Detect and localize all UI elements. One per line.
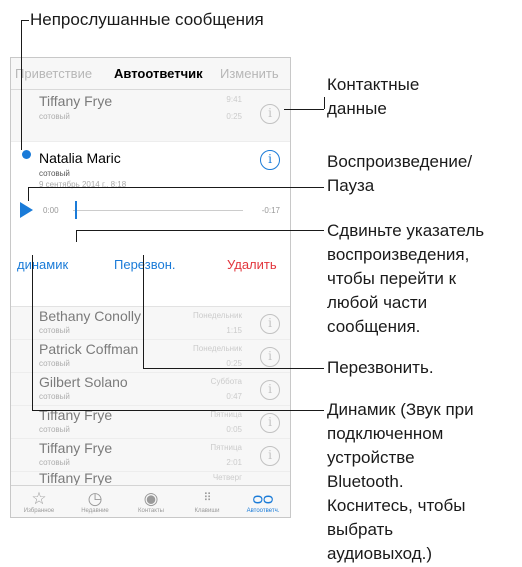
info-icon[interactable]: i xyxy=(260,446,280,466)
caller-name: Tiffany Frye xyxy=(39,472,113,485)
clock-icon: ◷ xyxy=(87,489,103,508)
tab-label: Контакты xyxy=(138,508,164,514)
callout-speaker: Динамик (Звук при подключенном устройств… xyxy=(327,400,474,563)
tab-label: Клавиши xyxy=(194,508,220,514)
message-duration: 0:25 xyxy=(226,359,242,368)
message-time: Суббота xyxy=(210,377,242,386)
caller-name: Tiffany Frye xyxy=(39,93,113,109)
callout-play: Воспроизведение/ Пауза xyxy=(327,152,473,195)
leader-scrub-h xyxy=(76,230,324,231)
info-icon[interactable]: i xyxy=(260,104,280,124)
leader-scrub-v xyxy=(76,230,77,242)
message-time: 9:41 xyxy=(226,95,242,104)
voicemail-icon: ᴑᴑ xyxy=(252,489,274,508)
caller-name: Bethany Conolly xyxy=(39,308,141,324)
caller-type: сотовый xyxy=(39,425,70,434)
top-bar: Приветствие Автоответчик Изменить xyxy=(11,58,290,90)
message-duration: 0:47 xyxy=(226,392,242,401)
tab-bar: ☆ Избранное ◷ Недавние ◉ Контакты ⠿ Клав… xyxy=(11,485,290,517)
voicemail-row[interactable]: Bethany Conolly сотовый Понедельник 1:15… xyxy=(11,307,290,340)
caller-name: Natalia Maric xyxy=(39,150,121,166)
caller-name: Gilbert Solano xyxy=(39,374,128,390)
caller-type: сотовый xyxy=(39,458,70,467)
leader-play-h xyxy=(28,187,324,188)
leader-contact-v xyxy=(324,97,325,109)
tab-label: Автоответч. xyxy=(246,508,280,514)
callout-callback: Перезвонить. xyxy=(327,358,434,377)
tab-voicemail[interactable]: ᴑᴑ Автоответч. xyxy=(235,486,290,517)
tab-keypad[interactable]: ⠿ Клавиши xyxy=(179,486,235,517)
leader-callback-v xyxy=(143,255,144,368)
delete-button[interactable]: Удалить xyxy=(227,257,277,272)
callout-contact: Контактные данные xyxy=(327,75,420,118)
voicemail-row[interactable]: Tiffany Frye Четверг xyxy=(11,472,290,485)
message-time: Понедельник xyxy=(193,311,242,320)
message-duration: 0:05 xyxy=(226,425,242,434)
leader-unheard-v xyxy=(21,20,22,150)
tab-contacts[interactable]: ◉ Контакты xyxy=(123,486,179,517)
greeting-button[interactable]: Приветствие xyxy=(15,66,92,81)
callout-scrub: Сдвиньте указатель воспроизведения, чтоб… xyxy=(327,221,485,336)
message-duration: 2:01 xyxy=(226,458,242,467)
caller-name: Patrick Coffman xyxy=(39,341,139,357)
info-icon[interactable]: i xyxy=(260,347,280,367)
leader-unheard-h xyxy=(21,20,29,21)
voicemail-row[interactable]: Tiffany Frye сотовый Пятница 2:01 i xyxy=(11,439,290,472)
star-icon: ☆ xyxy=(31,489,47,508)
tab-recents[interactable]: ◷ Недавние xyxy=(67,486,123,517)
leader-speaker-v xyxy=(32,255,33,410)
message-time: Пятница xyxy=(210,410,242,419)
selected-voicemail: Natalia Maric сотовый 9 сентябрь 2014 г.… xyxy=(11,142,290,307)
caller-type: сотовый xyxy=(39,326,70,335)
scrubber-track[interactable] xyxy=(73,210,243,211)
play-pause-button[interactable] xyxy=(20,202,33,218)
tab-label: Избранное xyxy=(23,508,55,514)
voicemail-row[interactable]: Gilbert Solano сотовый Суббота 0:47 i xyxy=(11,373,290,406)
caller-type: сотовый xyxy=(39,392,70,401)
voicemail-screen: Приветствие Автоответчик Изменить Tiffan… xyxy=(10,57,291,518)
tab-label: Недавние xyxy=(81,508,109,514)
message-duration: 1:15 xyxy=(226,326,242,335)
caller-type: сотовый xyxy=(39,169,70,178)
person-icon: ◉ xyxy=(143,489,159,508)
leader-speaker-h xyxy=(32,410,324,411)
leader-callback-h xyxy=(143,368,324,369)
remaining-time: -0:17 xyxy=(261,206,280,215)
speaker-button[interactable]: динамик xyxy=(17,257,68,272)
leader-play-v xyxy=(28,187,29,201)
message-time: Четверг xyxy=(212,473,242,482)
tab-favorites[interactable]: ☆ Избранное xyxy=(11,486,67,517)
message-time: Понедельник xyxy=(193,344,242,353)
info-icon[interactable]: i xyxy=(260,150,280,170)
leader-contact-h xyxy=(284,109,324,110)
edit-button[interactable]: Изменить xyxy=(220,66,279,81)
voicemail-row[interactable]: Tiffany Frye сотовый 9:41 0:25 i xyxy=(11,90,290,142)
message-time: Пятница xyxy=(210,443,242,452)
info-icon[interactable]: i xyxy=(260,413,280,433)
scrubber-handle[interactable] xyxy=(75,201,77,219)
elapsed-time: 0:00 xyxy=(43,206,59,215)
keypad-icon: ⠿ xyxy=(203,492,211,504)
caller-type: сотовый xyxy=(39,112,70,121)
callback-button[interactable]: Перезвон. xyxy=(114,257,176,272)
message-duration: 0:25 xyxy=(226,112,242,121)
page-title: Автоответчик xyxy=(114,66,203,81)
callout-unheard: Непрослушанные сообщения xyxy=(30,10,264,29)
info-icon[interactable]: i xyxy=(260,380,280,400)
caller-type: сотовый xyxy=(39,359,70,368)
unheard-dot xyxy=(22,150,31,159)
info-icon[interactable]: i xyxy=(260,314,280,334)
caller-name: Tiffany Frye xyxy=(39,440,113,456)
